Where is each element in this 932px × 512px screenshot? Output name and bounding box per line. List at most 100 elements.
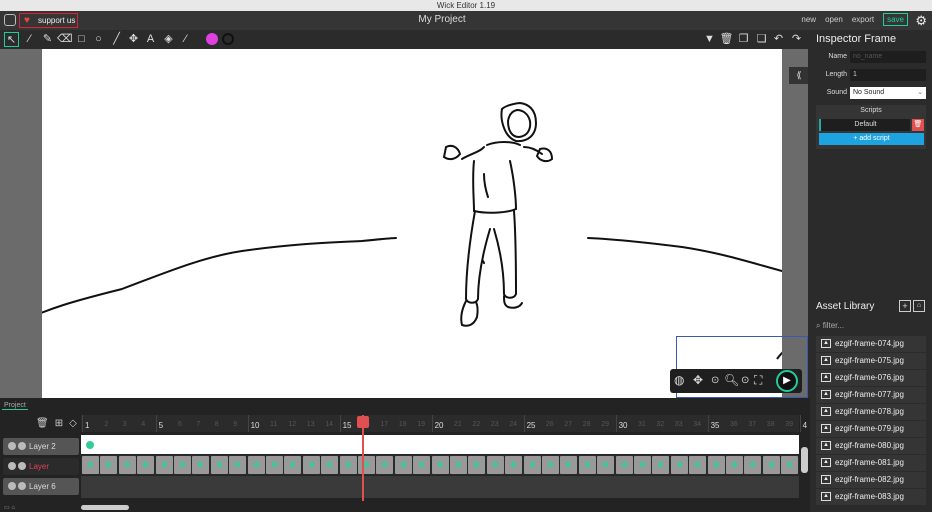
frame-cell[interactable] bbox=[468, 456, 486, 474]
frame-cell[interactable] bbox=[118, 456, 136, 474]
pan-icon[interactable]: ✥ bbox=[126, 32, 141, 47]
frame-row-layer[interactable] bbox=[81, 455, 799, 475]
length-field[interactable]: 1 bbox=[850, 69, 926, 81]
frame-cell[interactable] bbox=[82, 456, 99, 474]
keyframe-dot[interactable] bbox=[86, 441, 94, 449]
frame-cell[interactable] bbox=[247, 456, 265, 474]
add-script-button[interactable]: + add script bbox=[819, 133, 924, 145]
layer-item[interactable]: Layer bbox=[3, 458, 79, 475]
asset-item[interactable]: ▲ ezgif-frame-080.jpg bbox=[816, 438, 926, 454]
lock-icon[interactable] bbox=[18, 442, 26, 450]
project-title[interactable]: My Project bbox=[0, 14, 884, 25]
asset-item[interactable]: ▲ ezgif-frame-074.jpg bbox=[816, 336, 926, 352]
asset-item[interactable]: ▲ ezgif-frame-083.jpg bbox=[816, 489, 926, 505]
stage[interactable] bbox=[42, 49, 782, 398]
collapse-panel-icon[interactable]: ⟪ bbox=[789, 67, 808, 84]
timeline-horizontal-scrollbar[interactable] bbox=[81, 505, 129, 510]
add-layer-icon[interactable]: ⊞ bbox=[55, 418, 63, 429]
frame-cell[interactable] bbox=[339, 456, 357, 474]
layer-item[interactable]: Layer 2 bbox=[3, 438, 79, 455]
new-button[interactable]: new bbox=[801, 15, 816, 26]
frame-row-layer-2[interactable] bbox=[81, 435, 799, 454]
eye-icon[interactable] bbox=[8, 442, 16, 450]
frame-cell[interactable] bbox=[597, 456, 615, 474]
frame-cell[interactable] bbox=[505, 456, 523, 474]
fit-screen-icon[interactable]: ⛶ bbox=[754, 373, 762, 388]
frame-cell[interactable] bbox=[210, 456, 228, 474]
paste-icon[interactable]: ❏ bbox=[754, 32, 769, 47]
asset-item[interactable]: ▲ ezgif-frame-082.jpg bbox=[816, 472, 926, 488]
zoom-out-icon[interactable]: ⊙ bbox=[711, 375, 719, 386]
play-button[interactable]: ▶ bbox=[776, 370, 798, 392]
eye-icon[interactable] bbox=[8, 462, 16, 470]
onion-skin-icon[interactable]: ◍ bbox=[674, 373, 684, 387]
frame-cell[interactable] bbox=[376, 456, 394, 474]
asset-item[interactable]: ▲ ezgif-frame-077.jpg bbox=[816, 387, 926, 403]
frame-cell[interactable] bbox=[670, 456, 688, 474]
frame-cell[interactable] bbox=[155, 456, 173, 474]
asset-item[interactable]: ▲ ezgif-frame-078.jpg bbox=[816, 404, 926, 420]
layer-item[interactable]: Layer 6 bbox=[3, 478, 79, 495]
frame-cell[interactable] bbox=[560, 456, 578, 474]
frame-cell[interactable] bbox=[578, 456, 596, 474]
add-asset-icon[interactable]: + bbox=[899, 300, 911, 312]
import-asset-icon[interactable]: ⌂ bbox=[913, 300, 925, 312]
frame-cell[interactable] bbox=[707, 456, 725, 474]
brush-icon[interactable]: ∕ bbox=[22, 32, 37, 47]
frame-cell[interactable] bbox=[615, 456, 633, 474]
ellipse-icon[interactable]: ○ bbox=[91, 32, 106, 47]
frame-cell[interactable] bbox=[394, 456, 412, 474]
fill-bucket-icon[interactable]: ◈ bbox=[161, 32, 176, 47]
frame-cell[interactable] bbox=[284, 456, 302, 474]
frame-cell[interactable] bbox=[413, 456, 431, 474]
asset-item[interactable]: ▲ ezgif-frame-081.jpg bbox=[816, 455, 926, 471]
trash-icon[interactable]: 🗑 bbox=[719, 32, 734, 47]
save-button[interactable]: save bbox=[883, 13, 908, 26]
stroke-color-swatch[interactable] bbox=[222, 33, 234, 45]
frame-cell[interactable] bbox=[174, 456, 191, 474]
frame-cell[interactable] bbox=[431, 456, 449, 474]
eyedropper-icon[interactable]: ⁄ bbox=[178, 32, 193, 47]
delete-script-icon[interactable]: 🗑 bbox=[912, 119, 924, 131]
delete-layer-icon[interactable]: 🗑 bbox=[36, 418, 49, 429]
frame-cell[interactable] bbox=[781, 456, 799, 474]
export-button[interactable]: export bbox=[852, 15, 874, 26]
canvas-area[interactable]: ⟪ ◍ ✥ ⊙ 🔍︎ ⊙ ⛶ ▶ bbox=[0, 49, 808, 398]
lock-icon[interactable] bbox=[18, 482, 26, 490]
text-icon[interactable]: A bbox=[143, 32, 158, 47]
frame-cell[interactable] bbox=[321, 456, 339, 474]
eraser-icon[interactable]: ⌫ bbox=[57, 32, 73, 47]
frame-cell[interactable] bbox=[634, 456, 651, 474]
playhead-handle[interactable] bbox=[357, 416, 369, 428]
tab-project[interactable]: Project bbox=[2, 402, 28, 410]
redo-icon[interactable]: ↷ bbox=[789, 32, 804, 47]
frame-cell[interactable] bbox=[652, 456, 670, 474]
line-icon[interactable]: ╱ bbox=[109, 32, 124, 47]
frame-cell[interactable] bbox=[762, 456, 780, 474]
rectangle-icon[interactable]: □ bbox=[74, 32, 89, 47]
move-icon[interactable]: ✥ bbox=[693, 373, 703, 387]
frame-cell[interactable] bbox=[450, 456, 467, 474]
frame-cell[interactable] bbox=[542, 456, 559, 474]
frame-cell[interactable] bbox=[302, 456, 320, 474]
add-tween-icon[interactable]: ◇ bbox=[69, 418, 77, 429]
asset-filter-input[interactable]: ⌕ filter... bbox=[816, 319, 926, 333]
frame-cell[interactable] bbox=[229, 456, 247, 474]
open-button[interactable]: open bbox=[825, 15, 843, 26]
lock-icon[interactable] bbox=[18, 462, 26, 470]
frame-cell[interactable] bbox=[100, 456, 118, 474]
fill-color-swatch[interactable] bbox=[206, 33, 218, 45]
frames-area[interactable]: 1510152025303542346789111213141617181921… bbox=[81, 415, 807, 501]
timeline-vertical-scrollbar[interactable] bbox=[801, 447, 808, 473]
frame-cell[interactable] bbox=[137, 456, 155, 474]
frame-cell[interactable] bbox=[358, 456, 375, 474]
frame-row-layer-6[interactable] bbox=[81, 476, 799, 498]
frame-cell[interactable] bbox=[486, 456, 504, 474]
cursor-icon[interactable]: ↖ bbox=[4, 32, 19, 47]
copy-icon[interactable]: ❐ bbox=[736, 32, 751, 47]
pencil-icon[interactable]: ✎ bbox=[40, 32, 55, 47]
frame-cell[interactable] bbox=[523, 456, 541, 474]
zoom-icon[interactable]: 🔍︎ bbox=[724, 373, 739, 387]
zoom-in-icon[interactable]: ⊙ bbox=[741, 375, 749, 386]
frame-cell[interactable] bbox=[726, 456, 743, 474]
